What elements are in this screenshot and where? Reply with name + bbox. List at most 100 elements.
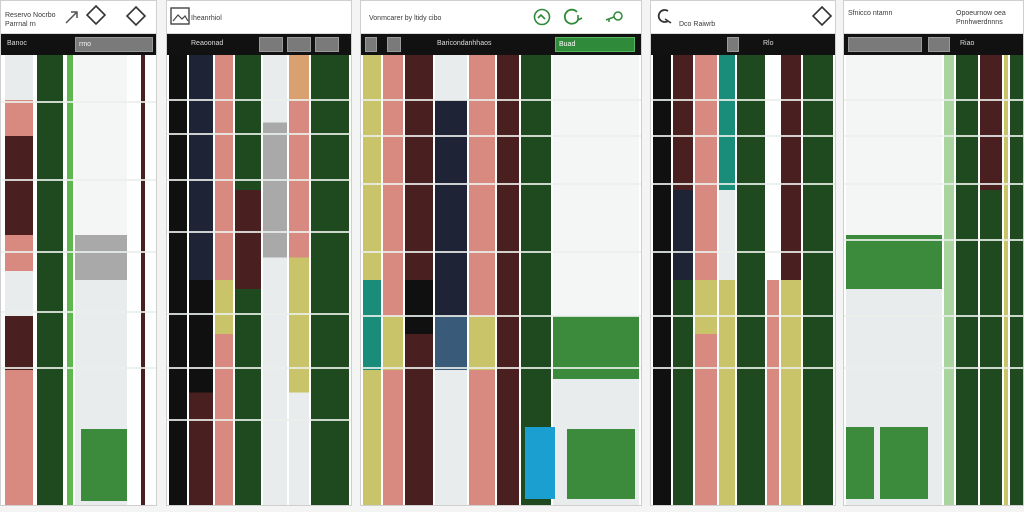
- refresh-icon[interactable]: [531, 6, 553, 28]
- window-title: Iheanrhiol: [191, 15, 222, 22]
- toolbar-chip[interactable]: [259, 37, 283, 52]
- image-icon[interactable]: [169, 5, 191, 27]
- toolbar-chip[interactable]: [287, 37, 311, 52]
- highlighted-range[interactable]: [846, 427, 874, 499]
- grid-column: [235, 55, 261, 505]
- highlighted-range[interactable]: [880, 427, 928, 499]
- grid-column: [980, 55, 1002, 505]
- grid-column: [363, 55, 381, 505]
- row-divider: [844, 99, 1023, 101]
- row-divider: [361, 251, 641, 253]
- row-divider: [167, 133, 351, 135]
- grid-column: [131, 55, 141, 505]
- window-titlebar: Reservo Nocrbo Parrnal rn: [1, 1, 156, 34]
- toolbar-label: Rlo: [763, 40, 774, 47]
- window-title: Dco Raiwrb: [679, 21, 716, 28]
- row-divider: [1, 251, 156, 253]
- row-divider: [361, 99, 641, 101]
- row-divider: [361, 367, 641, 369]
- toolbar-chip[interactable]: [848, 37, 922, 52]
- grid-column: [1004, 55, 1008, 505]
- window-title: Vonmcarer by ltidy cibo: [369, 15, 442, 22]
- row-divider: [844, 135, 1023, 137]
- grid-column: [311, 55, 349, 505]
- spreadsheet-window-1: Reservo Nocrbo Parrnal rn Banoc rmo: [0, 0, 157, 506]
- refresh-icon[interactable]: [561, 6, 583, 28]
- row-divider: [167, 419, 351, 421]
- grid-column: [141, 55, 145, 505]
- key-icon[interactable]: [603, 6, 625, 28]
- row-divider: [651, 99, 835, 101]
- ribbon-toolbar: Rlo: [651, 34, 835, 55]
- toolbar-chip[interactable]: [387, 37, 401, 52]
- window-title: Reservo Nocrbo: [5, 12, 56, 19]
- diamond-icon[interactable]: [125, 5, 147, 27]
- row-divider: [1, 179, 156, 181]
- diamond-icon[interactable]: [811, 5, 833, 27]
- grid-column: [653, 55, 671, 505]
- grid-column: [719, 55, 735, 505]
- grid-column: [469, 55, 495, 505]
- row-divider: [167, 99, 351, 101]
- arrow-icon[interactable]: [61, 6, 83, 28]
- row-divider: [361, 183, 641, 185]
- window-titlebar: Sfnicco ntamn Opoeurnow oea Pnnhwerdnnns: [844, 1, 1023, 34]
- grid-column: [383, 55, 403, 505]
- spreadsheet-window-4: Dco Raiwrb Rlo: [650, 0, 836, 506]
- spreadsheet-window-2: Iheanrhiol Reaoonad: [166, 0, 352, 506]
- cell-grid: [361, 55, 641, 505]
- grid-column: [37, 55, 63, 505]
- diamond-icon[interactable]: [85, 4, 107, 26]
- row-divider: [167, 179, 351, 181]
- grid-column: [189, 55, 213, 505]
- row-divider: [844, 239, 1023, 241]
- grid-column: [497, 55, 519, 505]
- row-divider: [651, 315, 835, 317]
- window-title: Sfnicco ntamn: [848, 10, 893, 17]
- grid-column: [956, 55, 978, 505]
- grid-column: [781, 55, 801, 505]
- toolbar-chip[interactable]: [928, 37, 950, 52]
- row-divider: [844, 315, 1023, 317]
- window-titlebar: Vonmcarer by ltidy cibo: [361, 1, 641, 34]
- row-divider: [167, 367, 351, 369]
- grid-column: [263, 55, 287, 505]
- toolbar-chip-active[interactable]: Buad: [555, 37, 635, 52]
- toolbar-chip[interactable]: [727, 37, 739, 52]
- ribbon-toolbar: Reaoonad: [167, 34, 351, 55]
- grid-column: [803, 55, 833, 505]
- spreadsheet-window-5: Sfnicco ntamn Opoeurnow oea Pnnhwerdnnns…: [843, 0, 1024, 506]
- row-divider: [1, 367, 156, 369]
- highlighted-range[interactable]: [81, 429, 127, 501]
- row-divider: [361, 315, 641, 317]
- toolbar-chip[interactable]: [365, 37, 377, 52]
- ribbon-toolbar: Banoc rmo: [1, 34, 156, 55]
- cell-grid: [167, 55, 351, 505]
- highlighted-range[interactable]: [567, 429, 635, 499]
- row-divider: [651, 135, 835, 137]
- grid-column: [215, 55, 233, 505]
- window-subtitle: Pnnhwerdnnns: [956, 19, 1003, 26]
- toolbar-chip[interactable]: [315, 37, 339, 52]
- row-divider: [1, 311, 156, 313]
- ribbon-toolbar: Riao: [844, 34, 1023, 55]
- grid-column: [289, 55, 309, 505]
- row-divider: [1, 101, 156, 103]
- grid-column: [767, 55, 779, 505]
- spreadsheet-gallery: Reservo Nocrbo Parrnal rn Banoc rmo Ihea…: [0, 0, 1024, 512]
- row-divider: [651, 367, 835, 369]
- highlighted-range[interactable]: [525, 427, 555, 499]
- window-subtitle: Parrnal rn: [5, 21, 36, 28]
- window-titlebar: Dco Raiwrb: [651, 1, 835, 34]
- app-icon[interactable]: [653, 5, 675, 27]
- window-subtitle: Opoeurnow oea: [956, 10, 1006, 17]
- toolbar-label: Baricondanhhaos: [437, 40, 492, 47]
- grid-column: [5, 55, 33, 505]
- grid-column: [737, 55, 765, 505]
- toolbar-label: Banoc: [7, 40, 27, 47]
- grid-column: [944, 55, 954, 505]
- cell-grid: [651, 55, 835, 505]
- grid-column: [673, 55, 693, 505]
- toolbar-chip[interactable]: rmo: [75, 37, 153, 52]
- grid-column: [435, 55, 467, 505]
